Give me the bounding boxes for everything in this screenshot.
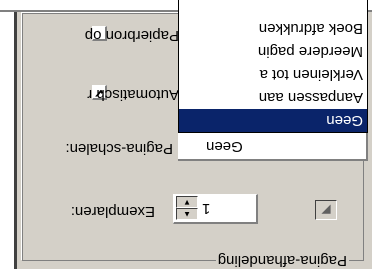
print-dialog: Pagina-afhandeling Exemplaren: 1 ▲ ▼ ◤ P… [0, 0, 372, 269]
paper-source-label[interactable]: Papierbron op [85, 27, 179, 44]
copies-value[interactable]: 1 [202, 200, 210, 217]
spin-buttons: ▲ ▼ [176, 196, 198, 220]
page-handling-group: Pagina-afhandeling Exemplaren: 1 ▲ ▼ ◤ P… [22, 0, 368, 269]
scaling-value[interactable]: Geen [206, 138, 243, 155]
list-item[interactable]: Verkleinen tot a [179, 63, 367, 86]
arrow-up-icon[interactable]: ▲ [176, 208, 198, 220]
scaling-dropdown-list: Geen Aanpassen aan Verkleinen tot a Meer… [178, 0, 368, 133]
scaling-label: Pagina-schalen: [65, 140, 173, 157]
group-title: Pagina-afhandeling [215, 252, 349, 269]
list-item[interactable]: Meerdere pagin [179, 40, 367, 63]
arrow-down-icon[interactable]: ▼ [176, 196, 198, 208]
auto-rotate-label[interactable]: Automatisch r [87, 86, 179, 103]
copies-spinbox[interactable]: 1 ▲ ▼ [173, 194, 258, 224]
window-edge-vertical [0, 0, 17, 269]
triangle-icon[interactable]: ◤ [315, 200, 337, 220]
list-item[interactable]: Boek afdrukken [179, 17, 367, 40]
scaling-combobox[interactable]: Geen [178, 133, 368, 161]
list-item[interactable]: Aanpassen aan [179, 86, 367, 109]
list-item[interactable]: Geen [179, 109, 367, 132]
copies-label: Exemplaren: [70, 203, 155, 220]
